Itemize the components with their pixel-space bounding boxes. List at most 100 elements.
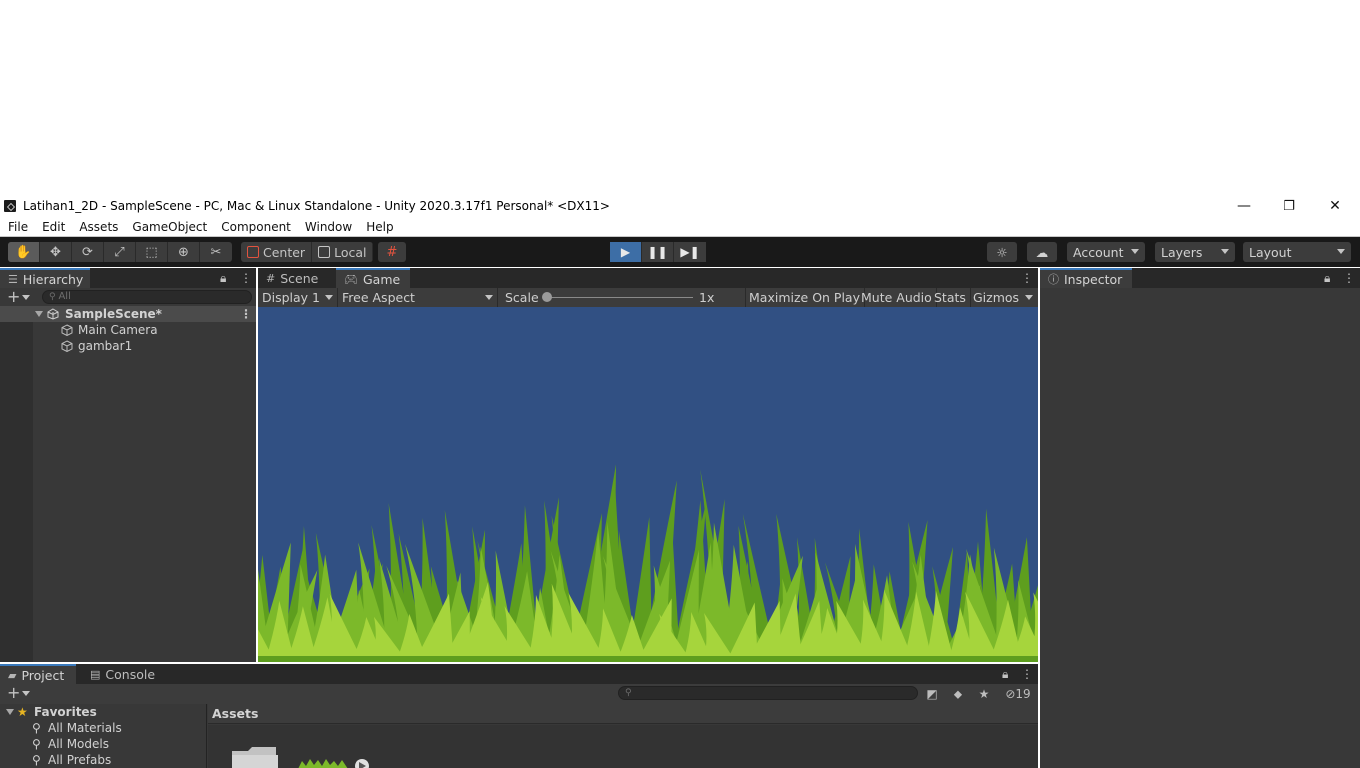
chevron-down-icon <box>1131 249 1139 254</box>
hierarchy-item[interactable]: Main Camera <box>0 322 256 338</box>
lock-icon[interactable]: 🔒︎ <box>1002 667 1008 682</box>
chevron-down-icon[interactable] <box>22 691 30 696</box>
menu-edit[interactable]: Edit <box>35 220 72 234</box>
label-tag-icon[interactable]: ⬥ <box>946 686 970 702</box>
maximize-on-play-toggle[interactable]: Maximize On Play <box>745 288 865 307</box>
lock-icon[interactable]: 🔒︎ <box>1324 271 1330 286</box>
expand-arrow-icon[interactable] <box>35 311 43 317</box>
menu-help[interactable]: Help <box>359 220 400 234</box>
tools-icon: ✂ <box>210 244 222 260</box>
grid-icon: # <box>266 271 276 285</box>
aspect-dropdown[interactable]: Free Aspect <box>338 288 498 307</box>
scale-slider-thumb[interactable] <box>542 292 552 302</box>
folder-icon[interactable] <box>230 745 280 768</box>
tab-scene[interactable]: # Scene <box>258 268 334 288</box>
local-space-icon <box>318 246 331 258</box>
hierarchy-search-input[interactable]: ⚲ All <box>42 290 252 304</box>
play-button[interactable]: ▶ <box>610 242 642 262</box>
hierarchy-panel: ☰ Hierarchy 🔒︎ ⋮ + ⚲ All SampleScene* ⋮ M… <box>0 268 256 662</box>
cloud-button[interactable]: ☁ <box>1027 242 1057 262</box>
kebab-menu-icon[interactable]: ⋮ <box>1021 667 1033 681</box>
create-plus-button[interactable]: + <box>7 684 20 701</box>
menu-assets[interactable]: Assets <box>72 220 125 234</box>
expand-arrow-icon[interactable] <box>6 709 14 715</box>
pivot-controls: Center Local <box>241 242 374 262</box>
layout-dropdown[interactable]: Layout <box>1243 242 1351 262</box>
menu-component[interactable]: Component <box>214 220 298 234</box>
pause-button[interactable]: ❚❚ <box>642 242 674 262</box>
rect-tool-button[interactable]: ⬚ <box>136 242 168 262</box>
scale-slider-track[interactable] <box>545 297 693 298</box>
rotate-tool-button[interactable]: ⟳ <box>72 242 104 262</box>
display-label: Display 1 <box>262 290 321 305</box>
grass-sprite <box>258 464 1038 662</box>
game-toolbar: Display 1 Free Aspect Scale 1x Maximize … <box>258 288 1038 307</box>
tab-game[interactable]: 🎮︎ Game <box>336 268 410 288</box>
services-button[interactable]: ☼ <box>987 242 1017 262</box>
custom-tool-button[interactable]: ✂ <box>200 242 232 262</box>
transform-tool-button[interactable]: ⊕ <box>168 242 200 262</box>
stats-toggle[interactable]: Stats <box>930 288 971 307</box>
tab-console[interactable]: ▤ Console <box>82 664 162 684</box>
hand-tool-button[interactable]: ✋ <box>8 242 40 262</box>
tab-inspector[interactable]: ⓘ Inspector <box>1040 268 1132 288</box>
move-icon: ✥ <box>50 244 61 260</box>
tab-hierarchy[interactable]: ☰ Hierarchy <box>0 268 90 288</box>
menu-file[interactable]: File <box>0 220 35 234</box>
project-tabbar: ▰ Project ▤ Console 🔒︎ ⋮ <box>0 664 1038 684</box>
minimize-button[interactable]: — <box>1221 195 1267 217</box>
kebab-menu-icon[interactable]: ⋮ <box>1021 271 1033 285</box>
favorites-item[interactable]: ⚲ All Prefabs <box>0 752 206 768</box>
account-dropdown[interactable]: Account <box>1067 242 1145 262</box>
kebab-menu-icon[interactable]: ⋮ <box>1343 271 1355 285</box>
search-icon: ⚲ <box>32 737 41 751</box>
rect-icon: ⬚ <box>145 244 158 260</box>
step-button[interactable]: ▶❚ <box>674 242 706 262</box>
gamepad-icon: 🎮︎ <box>344 272 358 286</box>
favorites-row[interactable]: ★ Favorites <box>0 704 206 720</box>
inspector-panel: ⓘ Inspector 🔒︎ ⋮ <box>1040 268 1360 768</box>
kebab-menu-icon[interactable]: ⋮ <box>240 271 252 285</box>
search-icon: ⚲ <box>32 753 41 767</box>
favorites-label: Favorites <box>34 705 97 719</box>
step-icon: ▶❚ <box>680 245 700 259</box>
tab-project[interactable]: ▰ Project <box>0 664 76 684</box>
favorites-item[interactable]: ⚲ All Materials <box>0 720 206 736</box>
console-tab-label: Console <box>105 666 156 682</box>
pivot-center-button[interactable]: Center <box>241 242 313 262</box>
menu-gameobject[interactable]: GameObject <box>125 220 214 234</box>
gizmos-dropdown[interactable]: Gizmos <box>969 288 1038 307</box>
hierarchy-item[interactable]: gambar1 <box>0 338 256 354</box>
filter-by-type-icon[interactable]: ◩ <box>920 686 944 702</box>
chevron-down-icon[interactable] <box>22 295 30 300</box>
unity-scene-icon <box>47 308 59 320</box>
display-dropdown[interactable]: Display 1 <box>258 288 338 307</box>
grass-asset-thumbnail[interactable] <box>296 757 372 768</box>
grid-snap-button[interactable]: # <box>378 242 406 262</box>
account-label: Account <box>1073 244 1124 260</box>
create-plus-button[interactable]: + <box>7 288 20 305</box>
scene-row[interactable]: SampleScene* ⋮ <box>0 306 256 322</box>
game-render-canvas[interactable] <box>258 307 1038 662</box>
scene-game-tabbar: # Scene 🎮︎ Game ⋮ <box>258 268 1038 288</box>
hidden-packages-toggle[interactable]: ⊘ 19 <box>1000 686 1036 702</box>
scene-tab-label: Scene <box>280 270 319 286</box>
move-tool-button[interactable]: ✥ <box>40 242 72 262</box>
hierarchy-toolbar: + ⚲ All <box>0 288 256 306</box>
grass-base <box>258 656 1038 662</box>
favorites-item[interactable]: ⚲ All Models <box>0 736 206 752</box>
project-search-input[interactable]: ⚲ <box>618 686 918 700</box>
mute-label: Mute Audio <box>861 290 932 305</box>
pivot-local-button[interactable]: Local <box>312 242 374 262</box>
menu-window[interactable]: Window <box>298 220 359 234</box>
close-button[interactable]: ✕ <box>1312 195 1358 217</box>
cloud-icon: ☁ <box>1035 244 1049 260</box>
restore-button[interactable]: ❐ <box>1266 195 1312 217</box>
chevron-down-icon <box>485 295 493 300</box>
scale-tool-button[interactable]: ⤢ <box>104 242 136 262</box>
mute-audio-toggle[interactable]: Mute Audio <box>857 288 937 307</box>
layers-dropdown[interactable]: Layers <box>1155 242 1235 262</box>
lock-icon[interactable]: 🔒︎ <box>220 271 226 286</box>
star-icon[interactable]: ★ <box>972 686 996 702</box>
kebab-menu-icon[interactable]: ⋮ <box>240 306 252 322</box>
